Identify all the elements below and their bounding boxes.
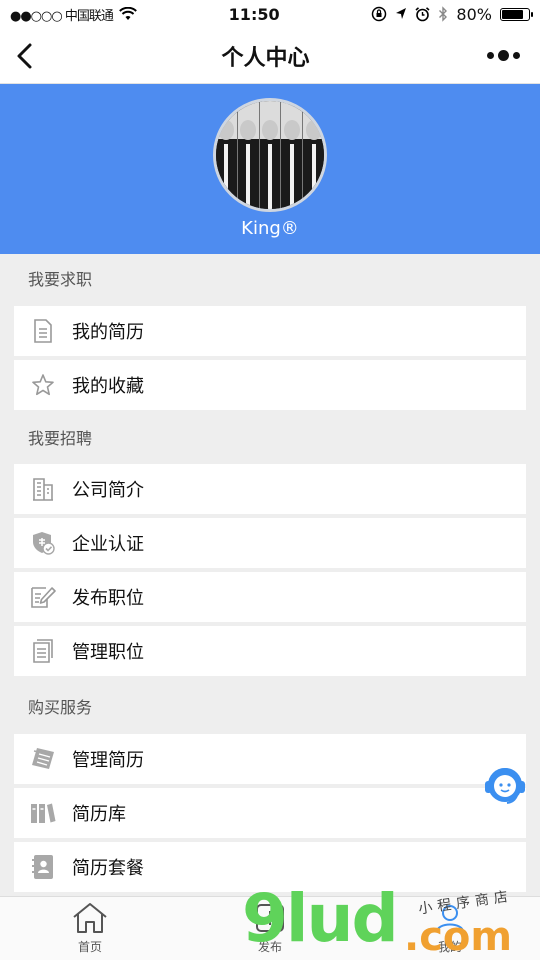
menu-item-label: 我的简历 — [72, 322, 144, 343]
menu-item-label: 管理简历 — [72, 750, 144, 771]
status-right: 80% — [371, 4, 533, 24]
page-title: 个人中心 — [221, 45, 310, 71]
section-title-purchase-services: 购买服务 — [28, 698, 93, 717]
more-dots-icon[interactable] — [486, 50, 526, 61]
documents-icon — [30, 638, 56, 664]
menu-item-resume-library[interactable]: 简历库 — [14, 788, 526, 838]
rotation-lock-icon — [372, 6, 387, 22]
menu-item-label: 简历库 — [72, 804, 126, 825]
star-icon — [30, 372, 56, 398]
home-icon — [73, 903, 107, 933]
menu-item-label: 公司简介 — [72, 480, 144, 501]
customer-service-button[interactable] — [482, 762, 528, 808]
menu-item-my-favorites[interactable]: 我的收藏 — [14, 360, 526, 410]
contacts-icon — [30, 854, 56, 880]
tab-label: 发布 — [257, 940, 282, 954]
menu-item-resume-package[interactable]: 简历套餐 — [14, 842, 526, 892]
battery-icon — [499, 7, 533, 21]
status-left: ●●○○○ 中国联通 — [10, 5, 137, 24]
wifi-icon — [118, 7, 137, 20]
menu-item-enterprise-certification[interactable]: 企业认证 — [14, 518, 526, 568]
avatar[interactable] — [213, 98, 327, 212]
section-title-job-seeking: 我要求职 — [28, 270, 93, 289]
status-time: 11:50 — [228, 4, 280, 24]
menu-item-company-profile[interactable]: 公司简介 — [14, 464, 526, 514]
bluetooth-icon — [439, 6, 448, 22]
nav-bar: 个人中心 — [0, 28, 540, 84]
menu-item-label: 企业认证 — [72, 534, 144, 555]
battery-level — [501, 9, 523, 19]
profile-header: King® — [0, 84, 540, 254]
menu-item-label: 简历套餐 — [72, 858, 144, 879]
menu-item-manage-resumes[interactable]: 管理简历 — [14, 734, 526, 784]
menu-item-label: 我的收藏 — [72, 376, 144, 397]
menu-item-post-job[interactable]: 发布职位 — [14, 572, 526, 622]
menu-item-my-resume[interactable]: 我的简历 — [14, 306, 526, 356]
edit-icon — [30, 584, 56, 610]
headset-icon — [485, 768, 525, 804]
tab-label: 我的 — [437, 940, 462, 954]
carrier-signal: ●●○○○ 中国联通 — [10, 8, 114, 24]
user-icon — [436, 905, 464, 933]
resume-icon — [30, 318, 56, 344]
menu-item-label: 发布职位 — [72, 588, 144, 609]
menu-item-manage-jobs[interactable]: 管理职位 — [14, 626, 526, 676]
section-title-recruiting: 我要招聘 — [28, 429, 93, 448]
chevron-left-icon[interactable] — [14, 41, 44, 71]
menu-item-label: 管理职位 — [72, 642, 144, 663]
tab-bar: 首页 发布 我的 — [0, 896, 540, 960]
location-icon — [396, 8, 407, 19]
papers-icon — [30, 746, 56, 772]
alarm-icon — [415, 6, 430, 21]
tab-publish[interactable]: 发布 — [180, 897, 360, 960]
building-icon — [30, 476, 56, 502]
books-icon — [30, 800, 56, 826]
publish-icon — [256, 904, 284, 932]
tab-home[interactable]: 首页 — [0, 897, 180, 960]
username: King® — [241, 218, 299, 239]
tab-mine[interactable]: 我的 — [360, 897, 540, 960]
tab-label: 首页 — [77, 940, 102, 954]
status-bar: ●●○○○ 中国联通 11:50 80% — [0, 0, 540, 28]
battery-percent: 80% — [456, 4, 492, 24]
shield-check-icon — [30, 530, 56, 556]
